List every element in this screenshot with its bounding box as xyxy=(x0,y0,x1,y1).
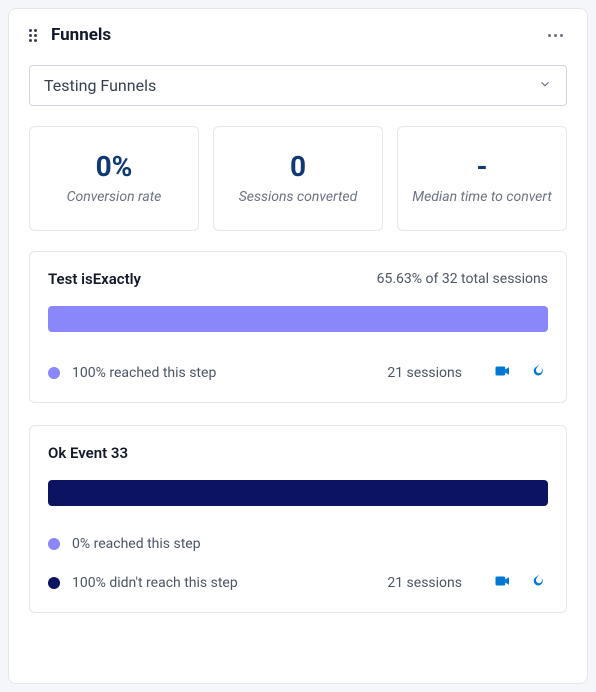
step-meta: 65.63% of 32 total sessions xyxy=(377,271,548,287)
progress-bar xyxy=(48,480,548,506)
stat-label: Median time to convert xyxy=(406,189,558,205)
more-options-button[interactable] xyxy=(544,30,567,41)
sessions-count: 21 sessions xyxy=(387,365,462,381)
funnels-card: Funnels Testing Funnels 0% Conversion ra… xyxy=(8,8,588,684)
video-icon[interactable] xyxy=(494,362,512,384)
step-row-text: 0% reached this step xyxy=(72,536,548,552)
chevron-down-icon xyxy=(538,76,552,95)
card-header: Funnels xyxy=(29,25,567,45)
stats-row: 0% Conversion rate 0 Sessions converted … xyxy=(29,126,567,231)
stat-sessions-converted: 0 Sessions converted xyxy=(213,126,383,231)
funnel-step: Ok Event 33 0% reached this step 100% didn… xyxy=(29,425,567,613)
funnel-select-label: Testing Funnels xyxy=(44,76,156,95)
legend-dot-icon xyxy=(48,577,60,589)
stat-value: 0 xyxy=(222,150,374,183)
step-name: Ok Event 33 xyxy=(48,444,128,462)
step-row-text: 100% reached this step xyxy=(72,365,375,381)
funnel-select[interactable]: Testing Funnels xyxy=(29,65,567,106)
sessions-count: 21 sessions xyxy=(387,575,462,591)
step-actions xyxy=(494,362,548,384)
legend-dot-icon xyxy=(48,538,60,550)
step-header: Ok Event 33 xyxy=(48,444,548,462)
stat-label: Conversion rate xyxy=(38,189,190,205)
step-row-text: 100% didn't reach this step xyxy=(72,575,375,591)
stat-median-time: - Median time to convert xyxy=(397,126,567,231)
progress-bar xyxy=(48,306,548,332)
step-header: Test isExactly 65.63% of 32 total session… xyxy=(48,270,548,288)
legend-dot-icon xyxy=(48,367,60,379)
step-row: 100% reached this step 21 sessions xyxy=(48,362,548,384)
stat-conversion-rate: 0% Conversion rate xyxy=(29,126,199,231)
flame-icon[interactable] xyxy=(530,362,548,384)
card-title: Funnels xyxy=(51,25,111,45)
stat-value: - xyxy=(406,150,558,183)
step-actions xyxy=(494,572,548,594)
funnel-step: Test isExactly 65.63% of 32 total session… xyxy=(29,251,567,403)
header-left: Funnels xyxy=(29,25,111,45)
stat-value: 0% xyxy=(38,150,190,183)
step-row: 0% reached this step xyxy=(48,536,548,552)
drag-handle-icon[interactable] xyxy=(29,29,41,42)
steps-container: Test isExactly 65.63% of 32 total session… xyxy=(29,251,567,635)
flame-icon[interactable] xyxy=(530,572,548,594)
video-icon[interactable] xyxy=(494,572,512,594)
stat-label: Sessions converted xyxy=(222,189,374,205)
step-row: 100% didn't reach this step 21 sessions xyxy=(48,572,548,594)
step-name: Test isExactly xyxy=(48,270,141,288)
